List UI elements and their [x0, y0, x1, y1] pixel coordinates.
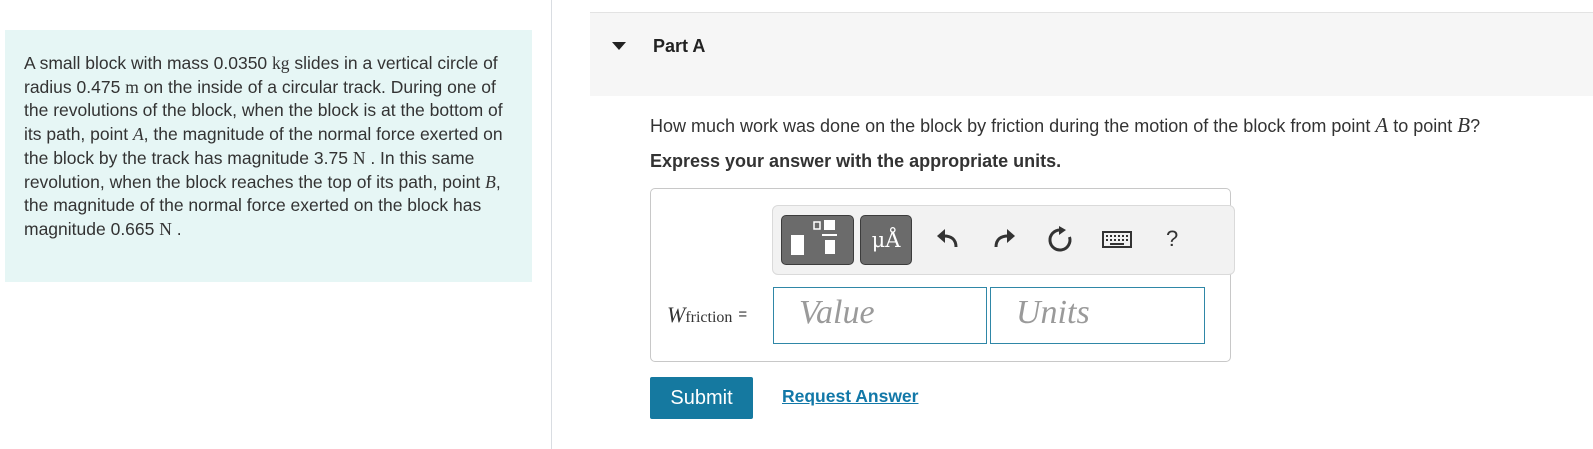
- question-text-3: ?: [1470, 116, 1481, 136]
- variable-letter: W: [667, 302, 686, 327]
- units-input[interactable]: Units: [990, 287, 1205, 344]
- undo-icon[interactable]: [934, 225, 962, 253]
- keyboard-icon[interactable]: [1101, 225, 1133, 253]
- value-input[interactable]: Value: [773, 287, 987, 344]
- variable-subscript: friction: [685, 309, 733, 326]
- question-text-2: to point: [1388, 116, 1458, 136]
- question-text-1: How much work was done on the block by f…: [650, 116, 1376, 136]
- templates-icon: [791, 220, 837, 255]
- part-title[interactable]: Part A: [653, 36, 705, 57]
- part-header[interactable]: [590, 12, 1593, 96]
- request-answer-link[interactable]: Request Answer: [782, 386, 918, 407]
- equals-sign: =: [738, 306, 748, 323]
- answer-variable-label: Wfriction =: [667, 302, 747, 328]
- symbols-button[interactable]: μÅ: [860, 215, 912, 265]
- problem-text-1: A small block with mass 0.0350: [24, 53, 273, 73]
- unit-n-1: N: [352, 147, 366, 168]
- point-a-label: A: [132, 124, 144, 145]
- unit-kg: kg: [272, 53, 290, 73]
- collapse-caret-icon[interactable]: [612, 42, 626, 50]
- problem-text-7: .: [171, 218, 182, 239]
- question-point-b: B: [1457, 113, 1471, 137]
- symbols-label: μÅ: [871, 228, 901, 252]
- redo-icon[interactable]: [990, 225, 1018, 253]
- submit-button[interactable]: Submit: [650, 377, 753, 419]
- question-point-a: A: [1375, 113, 1389, 137]
- question-text: How much work was done on the block by f…: [650, 113, 1480, 138]
- answer-instruction: Express your answer with the appropriate…: [650, 151, 1062, 171]
- unit-n-2: N: [159, 218, 172, 239]
- point-b-label: B: [485, 171, 496, 192]
- unit-m: m: [125, 76, 139, 97]
- help-icon[interactable]: ?: [1166, 226, 1178, 252]
- templates-button[interactable]: [781, 215, 854, 265]
- reset-icon[interactable]: [1046, 225, 1074, 253]
- problem-statement: A small block with mass 0.0350 kg slides…: [5, 30, 532, 282]
- panel-divider: [551, 0, 552, 449]
